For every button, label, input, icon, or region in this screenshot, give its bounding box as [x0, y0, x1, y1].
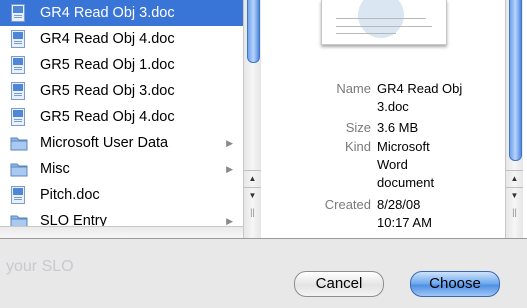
file-name: Pitch.doc	[40, 187, 100, 203]
scroll-down-arrow-icon[interactable]: ▼	[506, 187, 523, 204]
disclosure-arrow-icon: ▶	[226, 164, 233, 174]
cancel-button[interactable]: Cancel	[294, 271, 384, 297]
word-document-icon	[10, 4, 26, 22]
word-document-icon	[10, 82, 26, 100]
horizontal-scrollbar[interactable]	[0, 226, 243, 238]
file-name: GR5 Read Obj 3.doc	[40, 83, 175, 99]
kind-value-line3: document	[377, 175, 435, 190]
word-document-icon	[10, 186, 26, 204]
file-name: Misc	[40, 161, 70, 177]
file-name: GR4 Read Obj 4.doc	[40, 31, 175, 47]
file-name: GR5 Read Obj 4.doc	[40, 109, 175, 125]
preview-scrollbar[interactable]: ▲ ▼ ||	[505, 0, 523, 238]
file-list-item[interactable]: GR4 Read Obj 4.doc	[0, 26, 243, 52]
file-list-item[interactable]: GR4 Read Obj 3.doc	[0, 0, 243, 26]
disclosure-arrow-icon: ▶	[226, 138, 233, 148]
kind-value-line2: Word	[377, 157, 408, 172]
scroll-up-arrow-icon[interactable]: ▲	[244, 170, 261, 187]
folder-icon	[10, 134, 28, 152]
scroll-thumb[interactable]	[247, 0, 260, 63]
kind-key: Kind	[344, 139, 371, 154]
column-resize-handle-icon[interactable]: ||	[506, 204, 523, 220]
file-list-item[interactable]: Misc ▶	[0, 156, 243, 182]
word-document-icon	[10, 108, 26, 126]
file-name: GR4 Read Obj 3.doc	[40, 5, 175, 21]
folder-icon	[10, 160, 28, 178]
scroll-up-arrow-icon[interactable]: ▲	[506, 170, 523, 187]
word-document-icon	[10, 56, 26, 74]
name-key: Name	[336, 81, 371, 96]
file-list-scrollbar[interactable]: ▲ ▼ ||	[243, 0, 261, 238]
file-browser: GR4 Read Obj 3.doc GR4 Read Obj 4.doc GR5 …	[0, 0, 527, 239]
preview-column: Name GR4 Read Obj 3.doc Size 3.6 MB Kind…	[261, 0, 505, 238]
created-value-line2: 10:17 AM	[377, 215, 432, 230]
file-list-item[interactable]: GR5 Read Obj 3.doc	[0, 78, 243, 104]
scroll-down-arrow-icon[interactable]: ▼	[244, 187, 261, 204]
name-value-line2: 3.doc	[377, 99, 409, 114]
file-list-column: GR4 Read Obj 3.doc GR4 Read Obj 4.doc GR5 …	[0, 0, 243, 238]
file-list-item[interactable]: GR5 Read Obj 4.doc	[0, 104, 243, 130]
kind-value-line1: Microsoft	[377, 139, 430, 154]
document-preview-thumbnail	[321, 0, 447, 45]
file-list-item[interactable]: GR5 Read Obj 1.doc	[0, 52, 243, 78]
file-list-item[interactable]: Microsoft User Data ▶	[0, 130, 243, 156]
column-resize-handle-icon[interactable]: ||	[244, 204, 261, 220]
name-value-line1: GR4 Read Obj	[377, 81, 463, 96]
file-name: Microsoft User Data	[40, 135, 169, 151]
file-name: GR5 Read Obj 1.doc	[40, 57, 175, 73]
scroll-thumb[interactable]	[509, 0, 522, 161]
size-value: 3.6 MB	[377, 120, 419, 135]
word-document-icon	[10, 30, 26, 48]
background-text: your SLO	[6, 258, 74, 275]
size-key: Size	[345, 120, 371, 135]
file-list-item[interactable]: Pitch.doc	[0, 182, 243, 208]
choose-button[interactable]: Choose	[410, 271, 500, 297]
created-key: Created	[324, 197, 371, 212]
created-value-line1: 8/28/08	[377, 197, 421, 212]
